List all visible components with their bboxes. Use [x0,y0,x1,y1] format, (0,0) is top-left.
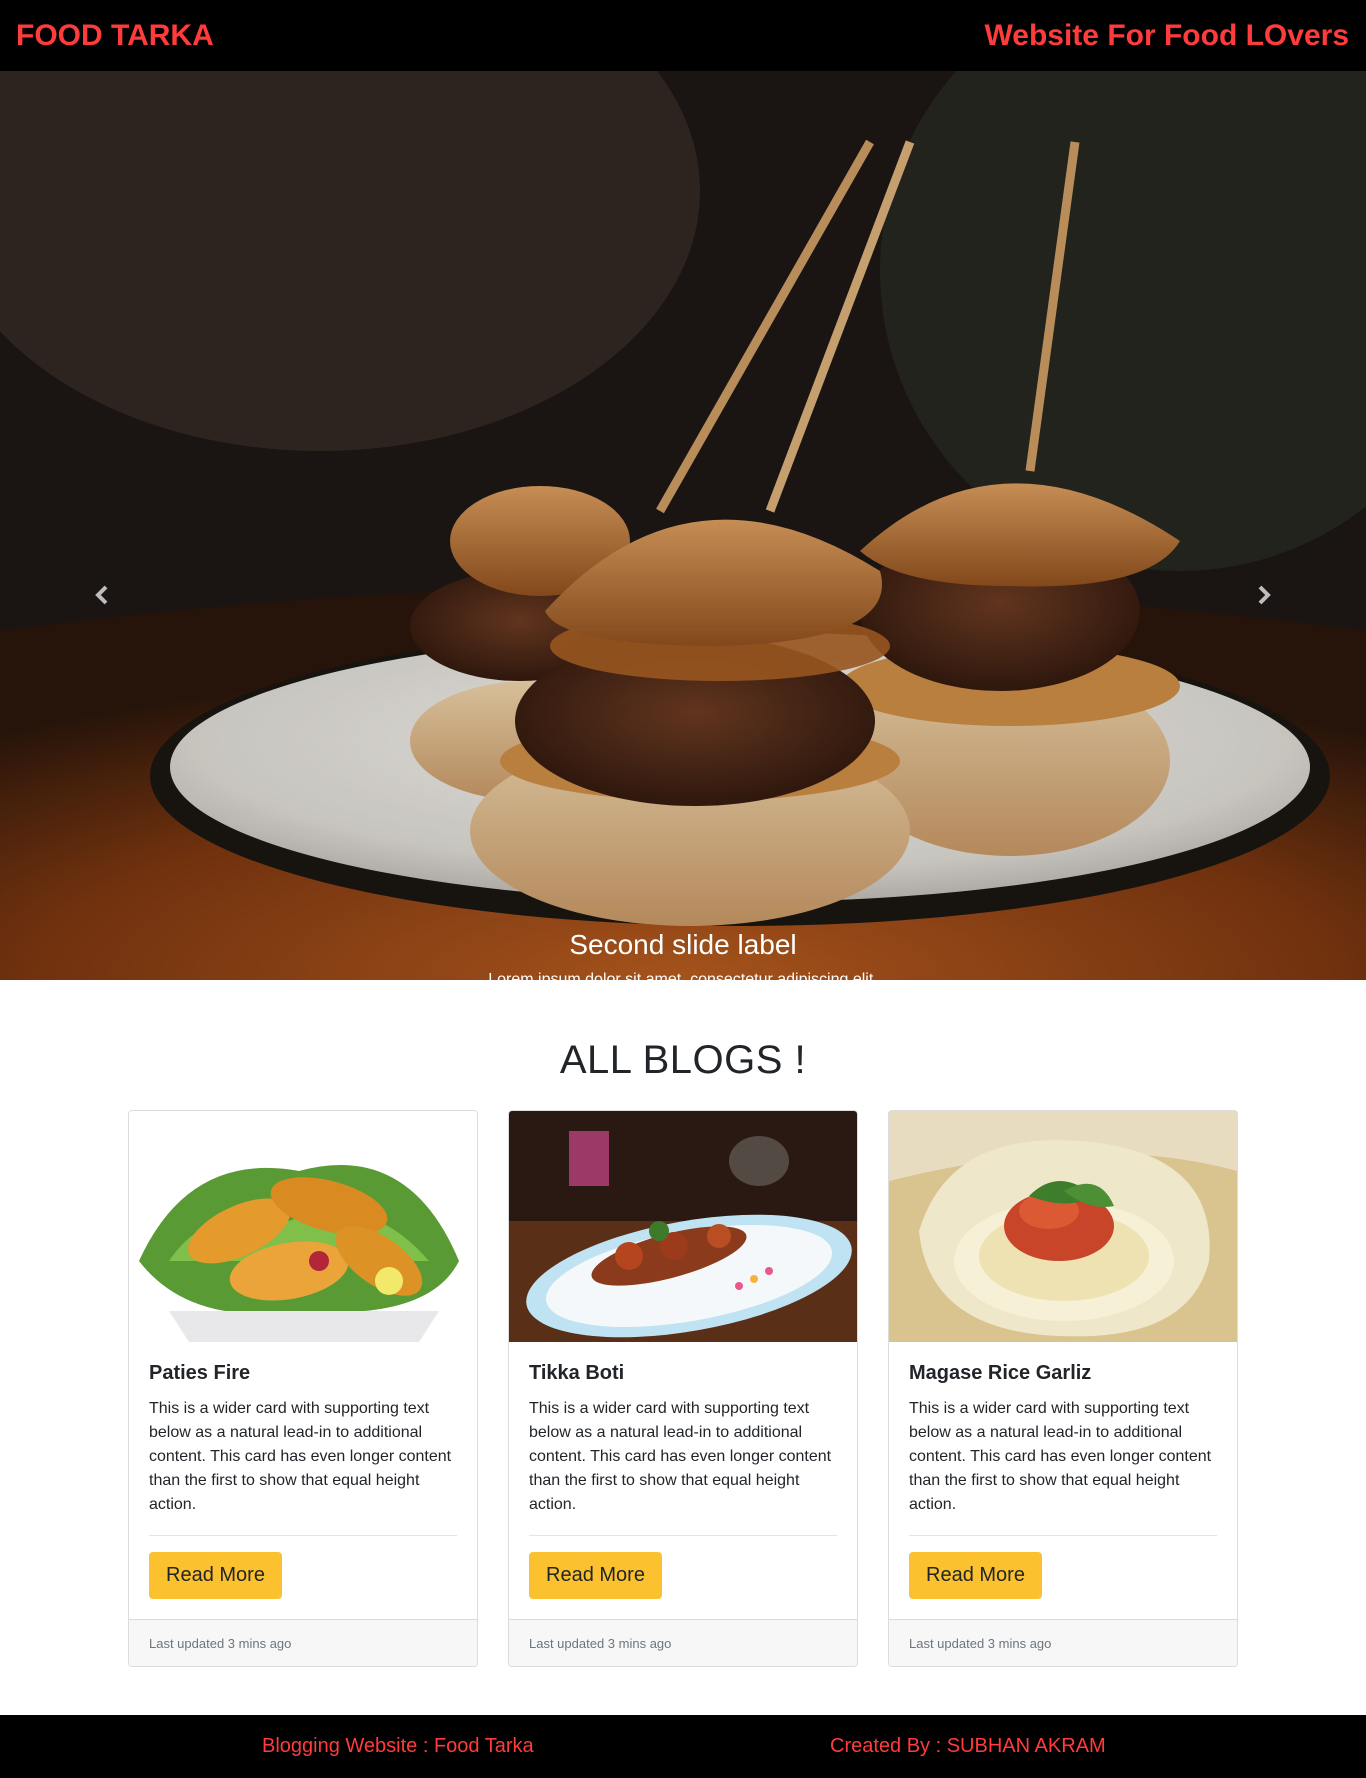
blog-card: Magase Rice Garliz This is a wider card … [888,1110,1238,1667]
blogs-section: ALL BLOGS ! Paties Fire This is a wider … [0,980,1366,1667]
hero-carousel: Second slide label Lorem ipsum dolor sit… [0,71,1366,980]
card-image-tikka-boti [509,1111,857,1342]
card-title: Tikka Boti [529,1362,625,1384]
footer-credit: Created By : SUBHAN AKRAM [830,1735,1106,1757]
card-image-paties-fire [129,1111,477,1342]
blog-card: Tikka Boti This is a wider card with sup… [508,1110,858,1667]
caption-label: Second slide label [569,929,797,960]
read-more-button[interactable]: Read More [909,1552,1042,1599]
card-divider [149,1535,457,1536]
card-deck: Paties Fire This is a wider card with su… [0,1110,1366,1667]
brand-logo-text[interactable]: FOOD TARKA [16,19,214,53]
card-image-magase-rice-garliz [889,1111,1237,1342]
chevron-left-icon [95,585,108,605]
read-more-button[interactable]: Read More [529,1552,662,1599]
card-title: Paties Fire [149,1362,251,1384]
slide-image-sliders [0,71,1366,980]
read-more-button[interactable]: Read More [149,1552,282,1599]
card-divider [529,1535,837,1536]
carousel-caption: Second slide label Lorem ipsum dolor sit… [0,927,1366,980]
section-heading: ALL BLOGS ! [559,1038,807,1082]
chevron-right-icon [1258,585,1271,605]
card-text: This is a wider card with supporting tex… [909,1400,1212,1513]
top-navbar: FOOD TARKA Website For Food LOvers [0,0,1366,71]
blog-card: Paties Fire This is a wider card with su… [128,1110,478,1667]
card-text: This is a wider card with supporting tex… [529,1400,832,1513]
card-footer: Last updated 3 mins ago [509,1619,857,1666]
site-tagline: Website For Food LOvers [984,18,1350,52]
card-title: Magase Rice Garliz [909,1362,1092,1384]
carousel-prev-button[interactable] [82,575,122,615]
footer-site-name: Blogging Website : Food Tarka [262,1735,534,1757]
card-divider [909,1535,1217,1536]
caption-text: Lorem ipsum dolor sit amet, consectetur … [488,971,878,980]
card-footer: Last updated 3 mins ago [889,1619,1237,1666]
card-footer: Last updated 3 mins ago [129,1619,477,1666]
carousel-next-button[interactable] [1244,575,1284,615]
card-text: This is a wider card with supporting tex… [149,1400,452,1513]
site-footer: Blogging Website : Food Tarka Created By… [0,1715,1366,1778]
